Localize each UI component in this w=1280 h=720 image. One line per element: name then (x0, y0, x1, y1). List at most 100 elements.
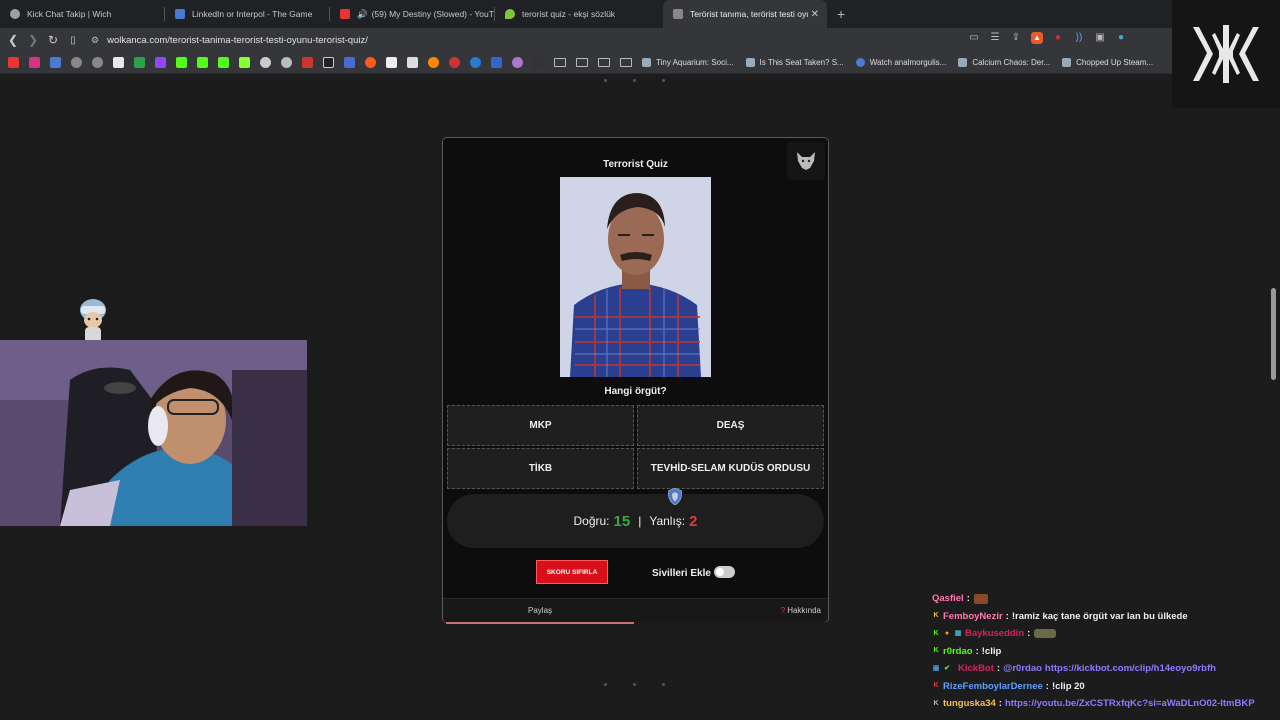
chat-mention[interactable]: @r0rdao (1003, 663, 1042, 674)
red-bookmark-icon[interactable] (449, 57, 460, 68)
browser-tab[interactable]: terorist quiz - ekşi sözlük (495, 0, 659, 28)
about-link[interactable]: ? Hakkında (781, 606, 821, 615)
kick-badge-icon: K (933, 612, 939, 620)
eksi-drop-icon (505, 9, 515, 19)
bookmark-link[interactable]: Tiny Aquarium: Soci... (642, 58, 734, 67)
instagram-bookmark-icon[interactable] (29, 57, 40, 68)
text-bookmark-icon[interactable] (491, 57, 502, 68)
add-civilians-toggle[interactable] (714, 566, 735, 578)
stream-chat: Qasfiel : K FemboyNezir : !ramiz kaç tan… (932, 580, 1272, 720)
globe-bookmark-icon[interactable] (92, 57, 103, 68)
chat-username[interactable]: KickBot (958, 663, 994, 674)
kick-dark-bookmark-icon[interactable] (533, 57, 544, 68)
verified-badge-icon: ✔ (944, 664, 950, 672)
steam-icon (642, 58, 651, 67)
sub-badge-icon: ● (944, 629, 950, 637)
red-bookmark-icon[interactable] (302, 57, 313, 68)
tank-emote-icon (1034, 629, 1057, 639)
folder-icon[interactable] (598, 58, 610, 67)
page-scrollbar[interactable] (1271, 288, 1276, 380)
extension-icon[interactable]: ▣ (1094, 32, 1106, 44)
chat-username[interactable]: Baykuseddin (965, 628, 1024, 639)
tab-title: LinkedIn or Interpol - The Game (192, 9, 313, 19)
bookmark-link[interactable]: Watch analmorgulis... (855, 58, 946, 67)
globe-bookmark-icon[interactable] (71, 57, 82, 68)
bookmark-link[interactable]: Chopped Up Steam... (1062, 58, 1153, 67)
blue-bookmark-icon[interactable] (470, 57, 481, 68)
back-button[interactable]: ❮ (3, 33, 23, 47)
site-info-icon[interactable]: ⚙ (91, 35, 99, 46)
kick-badge-icon: K (933, 699, 939, 707)
dot-bookmark-icon[interactable] (281, 57, 292, 68)
cast-icon[interactable]: ▭ (968, 32, 980, 44)
chat-link[interactable]: https://kickbot.com/clip/h14eoyo9rbfh (1045, 663, 1216, 674)
steam-icon (958, 58, 968, 67)
chat-username[interactable]: r0rdao (943, 646, 973, 657)
star-bookmark-icon[interactable] (239, 57, 250, 68)
tab-title: terorist quiz - ekşi sözlük (522, 9, 616, 19)
share-link[interactable]: Paylaş (528, 606, 552, 615)
answer-option-mkp[interactable]: MKP (447, 405, 634, 446)
p-bookmark-icon[interactable] (386, 57, 397, 68)
share-icon[interactable]: ⇪ (1010, 32, 1022, 44)
brave-shield-icon[interactable]: ▲ (1031, 32, 1043, 44)
anchor-bookmark-icon[interactable] (260, 57, 271, 68)
quiz-card: Terrorist Quiz Hangi örgüt? MKP DEAŞ TİK… (442, 137, 829, 624)
twitch-bookmark-icon[interactable] (155, 57, 166, 68)
bookmark-icon[interactable]: ▯ (63, 35, 83, 46)
kick-bookmark-icon[interactable] (218, 57, 229, 68)
forward-button[interactable]: ❯ (23, 33, 43, 47)
bookmark-link[interactable]: Is This Seat Taken? S... (745, 58, 844, 67)
drive-bookmark-icon[interactable] (134, 57, 145, 68)
chat-username[interactable]: FemboyNezir (943, 611, 1003, 622)
app-bookmark-icon[interactable] (344, 57, 355, 68)
answer-option-tevhid[interactable]: TEVHİD-SELAM KUDÜS ORDUSU (637, 448, 824, 489)
chat-separator: : (975, 645, 979, 657)
new-tab-button[interactable]: + (827, 6, 855, 22)
reading-list-icon[interactable]: ☰ (989, 32, 1001, 44)
browser-tab-active[interactable]: Terörist tanıma, terörist testi oyu ✕ (663, 0, 827, 28)
chat-separator: : (996, 663, 1001, 675)
folder-icon[interactable] (620, 58, 632, 67)
tab-title: (59) My Destiny (Slowed) - YouTu (371, 9, 494, 19)
browser-tab[interactable]: Kick Chat Takip | Wich (0, 0, 164, 28)
chat-username[interactable]: RizeFemboylarDernee (943, 681, 1043, 692)
reset-score-button[interactable]: SKORU SIFIRLA (536, 560, 608, 584)
chat-link[interactable]: https://youtu.be/ZxCSTRxfqKc?si=aWaDLnO0… (1005, 698, 1255, 709)
translate-bookmark-icon[interactable] (50, 57, 61, 68)
kick-bookmark-icon[interactable] (197, 57, 208, 68)
reddit-bookmark-icon[interactable] (365, 57, 376, 68)
chat-separator: : (1027, 628, 1031, 640)
browser-tab[interactable]: LinkedIn or Interpol - The Game (165, 0, 329, 28)
url-field[interactable]: ⚙ wolkanca.com/terorist-tanima-terorist-… (91, 30, 951, 50)
gmail-bookmark-icon[interactable] (113, 57, 124, 68)
x-bookmark-icon[interactable] (323, 57, 334, 68)
steam-icon (1062, 58, 1072, 67)
kick-bookmark-icon[interactable] (176, 57, 187, 68)
extension-icon[interactable]: ● (1052, 32, 1064, 44)
wolf-logo-button[interactable] (787, 142, 825, 180)
question-text: Hangi örgüt? (604, 386, 667, 397)
browser-tab[interactable]: 🔊 (59) My Destiny (Slowed) - YouTu (330, 0, 494, 28)
chat-separator: : (966, 593, 970, 605)
a-bookmark-icon[interactable] (407, 57, 418, 68)
answer-option-tikb[interactable]: TİKB (447, 448, 634, 489)
extension-icon[interactable]: )) (1073, 32, 1085, 44)
about-label: Hakkında (787, 606, 821, 615)
orange-bookmark-icon[interactable] (428, 57, 439, 68)
tab-title: Terörist tanıma, terörist testi oyu (690, 9, 808, 19)
chat-username[interactable]: tunguska34 (943, 698, 996, 709)
close-tab-icon[interactable]: ✕ (811, 9, 819, 20)
chat-username[interactable]: Qasfiel (932, 593, 964, 604)
youtube-bookmark-icon[interactable] (8, 57, 19, 68)
bookmark-link[interactable]: Calcium Chaos: Der... (958, 58, 1050, 67)
folder-icon[interactable] (554, 58, 566, 67)
steam-icon (745, 58, 755, 67)
reload-button[interactable]: ↻ (43, 33, 63, 47)
extension-icon[interactable]: ● (1115, 32, 1127, 44)
answer-option-deas[interactable]: DEAŞ (637, 405, 824, 446)
speaker-icon[interactable]: 🔊 (357, 9, 368, 20)
folder-icon[interactable] (576, 58, 588, 67)
purple-bookmark-icon[interactable] (512, 57, 523, 68)
chat-separator: : (1005, 610, 1009, 622)
